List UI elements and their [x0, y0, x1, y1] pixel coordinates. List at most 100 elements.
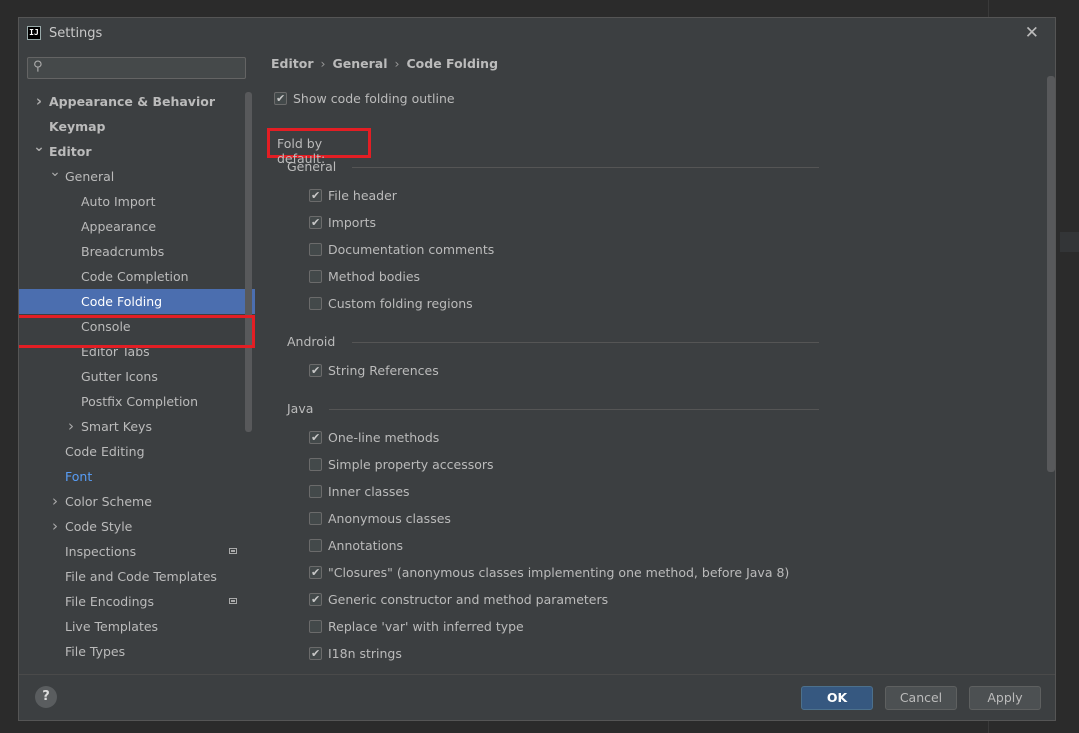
chevron-right-icon[interactable]: › [65, 414, 77, 439]
fold-option-checkbox[interactable] [309, 512, 322, 525]
sidebar-item[interactable]: Appearance [19, 214, 255, 239]
fold-option-checkbox[interactable] [309, 243, 322, 256]
sidebar-scrollbar[interactable] [245, 92, 252, 432]
project-settings-icon [229, 598, 237, 604]
sidebar-item[interactable]: Font [19, 464, 255, 489]
breadcrumb-general[interactable]: General [333, 56, 388, 71]
fold-option-label: File header [328, 188, 397, 203]
sidebar-item[interactable]: Inspections [19, 539, 255, 564]
fold-option-checkbox[interactable] [309, 645, 322, 663]
sidebar-item[interactable]: File and Code Templates [19, 564, 255, 589]
fold-option-checkbox[interactable] [309, 429, 322, 447]
sidebar-item[interactable]: › Appearance & Behavior [19, 89, 255, 114]
breadcrumb-code-folding: Code Folding [406, 56, 499, 71]
sidebar-item-label: Font [65, 469, 93, 484]
sidebar-item-label: Code Editing [65, 444, 145, 459]
sidebar-item-label: Live Templates [65, 619, 159, 634]
fold-option-checkbox[interactable] [309, 620, 322, 633]
section-divider [351, 342, 819, 343]
sidebar-item[interactable]: File Encodings [19, 589, 255, 614]
chevron-down-icon[interactable]: ⌄ [33, 135, 45, 160]
section-header: Android [287, 333, 827, 351]
section-header: General [287, 158, 827, 176]
breadcrumb-editor[interactable]: Editor [271, 56, 314, 71]
sidebar-item[interactable]: Code Completion [19, 264, 255, 289]
sidebar-item[interactable]: Live Templates [19, 614, 255, 639]
fold-option-label: Simple property accessors [328, 457, 494, 472]
sidebar-item[interactable]: ⌄ General [19, 164, 255, 189]
sidebar-item[interactable]: Breadcrumbs [19, 239, 255, 264]
fold-option-checkbox[interactable] [309, 485, 322, 498]
fold-option-checkbox[interactable] [309, 539, 322, 552]
section-title: Java [287, 401, 314, 416]
chevron-right-icon[interactable]: › [49, 514, 61, 539]
sidebar-item-label: File Encodings [65, 594, 155, 609]
title-bar: IJ Settings ✕ [19, 18, 1055, 48]
fold-option-label: Anonymous classes [328, 511, 451, 526]
fold-option-label: Custom folding regions [328, 296, 473, 311]
section-title: Android [287, 334, 336, 349]
fold-option-checkbox[interactable] [309, 214, 322, 232]
help-button[interactable]: ? [35, 686, 57, 708]
fold-option-label: One-line methods [328, 430, 440, 445]
sidebar-item-label: File Types [65, 644, 126, 659]
section-divider [351, 167, 819, 168]
fold-option-label: Documentation comments [328, 242, 495, 257]
cancel-button[interactable]: Cancel [885, 686, 957, 710]
fold-option-label: Inner classes [328, 484, 410, 499]
sidebar-item[interactable]: › Code Style [19, 514, 255, 539]
sidebar-item[interactable]: › Color Scheme [19, 489, 255, 514]
selection-highlight-box [19, 315, 255, 348]
sidebar-item[interactable]: Code Folding [19, 289, 255, 314]
fold-option-label: I18n strings [328, 646, 402, 661]
fold-option-checkbox[interactable] [309, 591, 322, 609]
fold-option-checkbox[interactable] [309, 187, 322, 205]
fold-option-checkbox[interactable] [309, 297, 322, 310]
chevron-right-icon[interactable]: › [49, 489, 61, 514]
sidebar-item[interactable]: Postfix Completion [19, 389, 255, 414]
panel-scrollbar[interactable] [1047, 76, 1055, 472]
search-icon: ⚲ [33, 59, 43, 74]
sidebar-item[interactable]: › Smart Keys [19, 414, 255, 439]
fold-option-label: Annotations [328, 538, 404, 553]
sidebar-item[interactable]: Gutter Icons [19, 364, 255, 389]
chevron-right-icon[interactable]: › [33, 89, 45, 114]
window-title: Settings [49, 26, 103, 41]
sidebar-item-label: Code Style [65, 519, 133, 534]
ok-button[interactable]: OK [801, 686, 873, 710]
settings-search-input[interactable]: ⚲ [27, 57, 246, 79]
settings-sidebar: ⚲ › Appearance & Behavior Keymap ⌄ Editor ⌄ Ge… [19, 48, 255, 674]
chevron-down-icon[interactable]: ⌄ [49, 160, 61, 185]
sidebar-item-label: Breadcrumbs [81, 244, 165, 259]
fold-option-checkbox[interactable] [309, 270, 322, 283]
sidebar-item-label: General [65, 169, 115, 184]
breadcrumb: Editor › General › Code Folding [271, 56, 498, 71]
sidebar-item[interactable]: File Types [19, 639, 255, 664]
background-panel [1060, 232, 1079, 252]
sidebar-item-label: Code Folding [81, 294, 163, 309]
section-title: General [287, 159, 337, 174]
sidebar-item-label: Code Completion [81, 269, 189, 284]
code-folding-panel: Editor › General › Code Folding Show code fo… [255, 48, 1055, 674]
sidebar-item[interactable]: Keymap [19, 114, 255, 139]
show-outline-label: Show code folding outline [293, 91, 455, 106]
fold-option-checkbox[interactable] [309, 458, 322, 471]
fold-option-checkbox[interactable] [309, 564, 322, 582]
fold-option-checkbox[interactable] [309, 362, 322, 380]
close-icon[interactable]: ✕ [1025, 23, 1039, 43]
show-outline-checkbox[interactable] [274, 90, 287, 108]
sidebar-item[interactable]: Auto Import [19, 189, 255, 214]
sidebar-item-label: Auto Import [81, 194, 156, 209]
fold-option-label: Replace 'var' with inferred type [328, 619, 524, 634]
sidebar-item-label: Appearance [81, 219, 157, 234]
section-header: Java [287, 400, 827, 418]
section-divider [329, 409, 819, 410]
fold-option-label: String References [328, 363, 439, 378]
fold-option-label: Method bodies [328, 269, 421, 284]
apply-button[interactable]: Apply [969, 686, 1041, 710]
sidebar-item[interactable]: Code Editing [19, 439, 255, 464]
sidebar-item-label: Smart Keys [81, 419, 152, 434]
fold-option-label: "Closures" (anonymous classes implementi… [328, 565, 790, 580]
breadcrumb-chevron-icon: › [394, 56, 400, 71]
settings-dialog: IJ Settings ✕ ⚲ › Appearance & Behavior Ke… [18, 17, 1056, 721]
